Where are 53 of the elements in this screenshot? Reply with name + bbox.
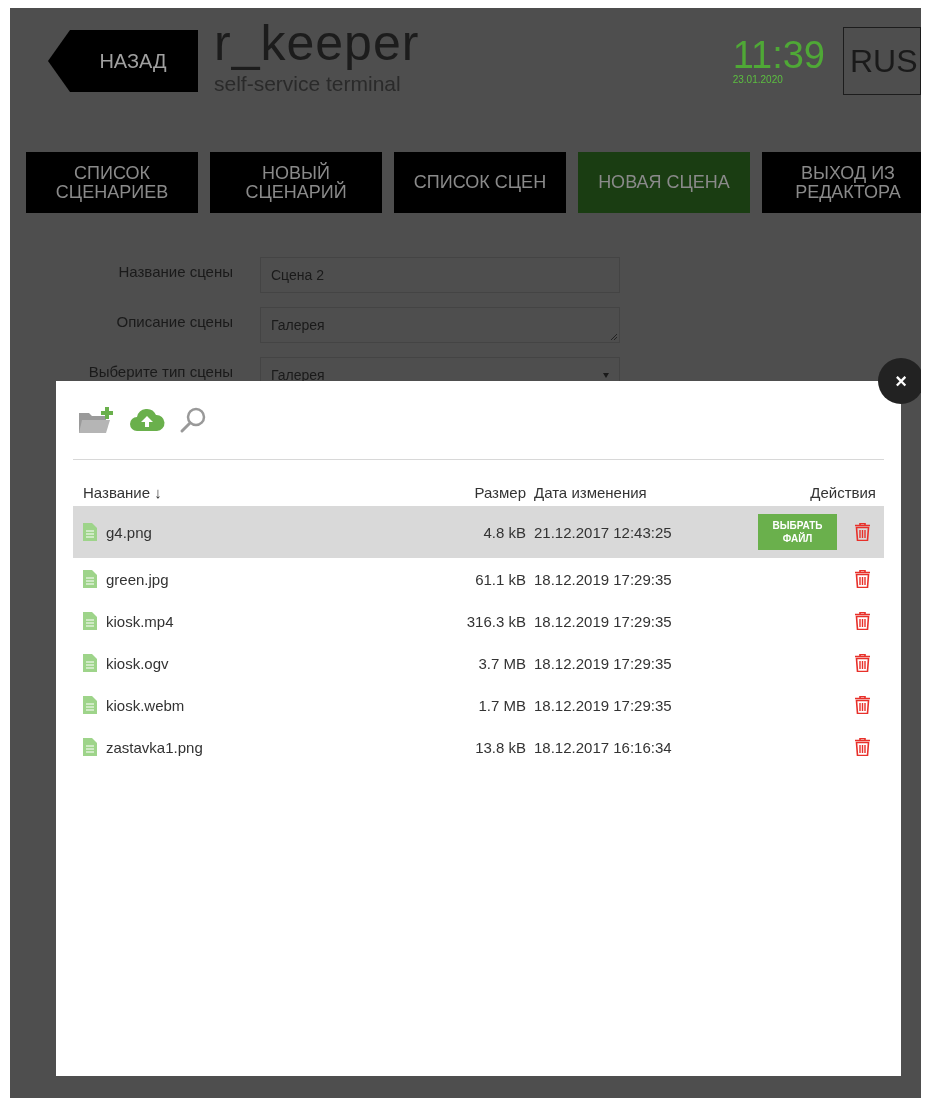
file-name: kiosk.webm [106, 696, 185, 714]
file-size: 4.8 kB [482, 523, 526, 541]
nav-tab[interactable]: ВЫХОД ИЗ РЕДАКТОРА [762, 152, 921, 213]
column-header: Действия [809, 483, 877, 501]
file-size: 13.8 kB [474, 738, 526, 756]
file-icon [83, 696, 97, 714]
trash-icon[interactable] [855, 738, 870, 756]
file-row[interactable]: green.jpg 61.1 kB 18.12.2019 17:29:35 [73, 558, 884, 600]
search-icon[interactable] [179, 406, 207, 434]
file-date: 18.12.2019 17:29:35 [533, 570, 673, 588]
file-icon [83, 570, 97, 588]
file-icon [83, 612, 97, 630]
trash-icon[interactable] [855, 570, 870, 588]
nav-tab[interactable]: НОВЫЙ СЦЕНАРИЙ [210, 152, 382, 213]
file-date: 18.12.2019 17:29:35 [533, 612, 673, 630]
column-header[interactable]: Размер [376, 483, 526, 501]
file-row[interactable]: kiosk.mp4 316.3 kB 18.12.2019 17:29:35 [73, 600, 884, 642]
nav-tab[interactable]: СПИСОК СЦЕНАРИЕВ [26, 152, 198, 213]
file-size: 61.1 kB [474, 570, 526, 588]
cloud-upload-icon[interactable] [129, 408, 165, 432]
file-name: g4.png [106, 523, 152, 541]
file-date: 18.12.2017 16:16:34 [533, 738, 673, 756]
nav-tab[interactable]: НОВАЯ СЦЕНА [578, 152, 750, 213]
nav-tab[interactable]: СПИСОК СЦЕН [394, 152, 566, 213]
file-size: 316.3 kB [465, 612, 526, 630]
file-row[interactable]: kiosk.webm 1.7 MB 18.12.2019 17:29:35 [73, 684, 884, 726]
selected-row[interactable]: g4.png 4.8 kB 21.12.2017 12:43:25 ВЫБРАТЬ ФАЙЛ [73, 506, 884, 558]
trash-icon[interactable] [855, 523, 870, 541]
file-row[interactable]: zastavka1.png 13.8 kB 18.12.2017 16:16:34 [73, 726, 884, 768]
file-row[interactable]: kiosk.ogv 3.7 MB 18.12.2019 17:29:35 [73, 642, 884, 684]
resize-grip-icon [610, 333, 617, 340]
column-header[interactable]: Дата изменения [526, 483, 704, 501]
trash-icon[interactable] [855, 612, 870, 630]
file-name: kiosk.mp4 [106, 612, 174, 630]
back-button[interactable]: НАЗАД [48, 30, 198, 92]
folder-plus-icon[interactable] [77, 405, 115, 435]
file-icon [83, 738, 97, 756]
close-button[interactable]: × [878, 358, 921, 404]
column-header[interactable]: Название ↓ [73, 483, 376, 501]
clock-date: 23.01.2020 [732, 74, 784, 85]
trash-icon[interactable] [855, 654, 870, 672]
file-name: kiosk.ogv [106, 654, 169, 672]
file-date: 18.12.2019 17:29:35 [533, 696, 673, 714]
file-icon [83, 654, 97, 672]
file-size: 1.7 MB [477, 696, 526, 714]
file-icon [83, 523, 97, 541]
file-name: zastavka1.png [106, 738, 203, 756]
file-size: 3.7 MB [477, 654, 526, 672]
file-name: green.jpg [106, 570, 169, 588]
file-date: 21.12.2017 12:43:25 [533, 523, 673, 541]
trash-icon[interactable] [855, 696, 870, 714]
file-date: 18.12.2019 17:29:35 [533, 654, 673, 672]
clock-time: 11:39 [732, 36, 825, 74]
